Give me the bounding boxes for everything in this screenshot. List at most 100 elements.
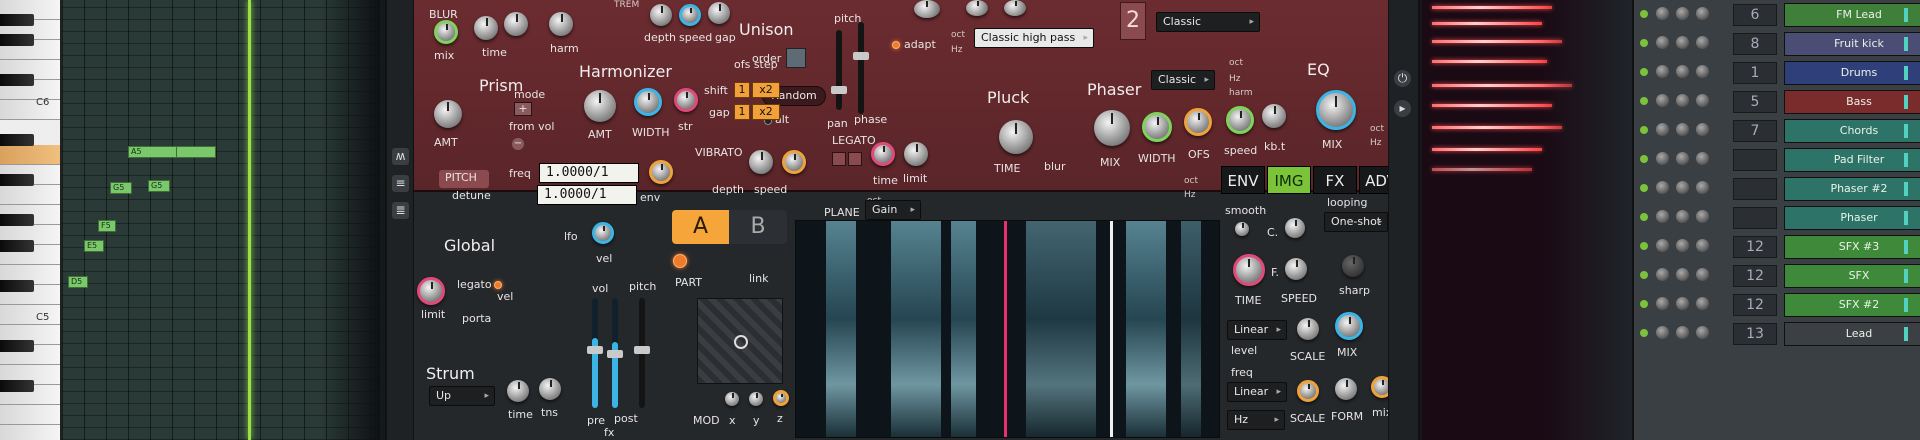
channel-mute-led[interactable] [1640, 10, 1648, 18]
piano-key[interactable] [0, 100, 60, 120]
channel-name-button[interactable]: Fruit kick [1784, 32, 1920, 56]
channel-mute-led[interactable] [1640, 39, 1648, 47]
img-time-knob[interactable] [1233, 254, 1265, 286]
channel-name-button[interactable]: Pad Filter [1784, 148, 1920, 172]
channel-mixer-track[interactable]: 5 [1733, 91, 1777, 113]
filter-knob-3[interactable] [1004, 0, 1026, 16]
blur-time2-knob[interactable] [504, 12, 528, 36]
vol-fader-1[interactable] [587, 298, 603, 408]
channel-mute-led[interactable] [1640, 68, 1648, 76]
pluck-time-knob[interactable] [999, 120, 1033, 154]
channel-pan-knob[interactable] [1656, 123, 1669, 136]
loop-start-marker[interactable] [1004, 221, 1007, 437]
channel-name-button[interactable]: Drums [1784, 61, 1920, 85]
piano-black-key[interactable] [0, 340, 34, 352]
channel-mute-led[interactable] [1640, 126, 1648, 134]
channel-extra-knob[interactable] [1696, 181, 1709, 194]
blur-harm-knob[interactable] [549, 12, 573, 36]
mod-xy-pad[interactable] [697, 298, 783, 384]
note-block[interactable]: D5 [68, 276, 88, 288]
channel-select-indicator[interactable] [1904, 66, 1908, 80]
channel-select-indicator[interactable] [1904, 8, 1908, 22]
channel-mixer-track[interactable]: 6 [1733, 4, 1777, 26]
arrow-right-icon[interactable]: ▸ [1394, 100, 1411, 117]
fader-cap[interactable] [831, 86, 847, 94]
channel-row[interactable]: 12 SFX [1634, 263, 1920, 289]
legato-time-knob[interactable] [871, 142, 895, 166]
img-smooth-c-knob[interactable] [1235, 222, 1249, 236]
legato-button-1[interactable] [832, 152, 846, 166]
note-block[interactable]: E5 [84, 240, 104, 252]
mod-x-knob[interactable] [725, 392, 739, 406]
channel-pan-knob[interactable] [1656, 268, 1669, 281]
piano-black-key[interactable] [0, 174, 34, 186]
channel-volume-knob[interactable] [1676, 210, 1689, 223]
vibrato-speed-knob[interactable] [782, 150, 806, 174]
channel-mixer-track[interactable]: 13 [1733, 323, 1777, 345]
phaser-width-knob[interactable] [1142, 112, 1172, 142]
note-block[interactable]: G5 [110, 182, 132, 194]
unison-order-button[interactable] [786, 48, 806, 68]
channel-mute-led[interactable] [1640, 184, 1648, 192]
power-icon[interactable]: ⏻ [1394, 70, 1411, 87]
channel-extra-knob[interactable] [1696, 123, 1709, 136]
img-loop-mode-dropdown[interactable]: One-shot [1324, 212, 1388, 232]
piano-black-key[interactable] [0, 34, 34, 46]
mod-z-knob[interactable] [773, 390, 789, 406]
piano-key[interactable] [0, 185, 60, 205]
channel-extra-knob[interactable] [1696, 7, 1709, 20]
global-lfo-knob[interactable] [592, 222, 614, 244]
harmonizer-amt-knob[interactable] [584, 90, 616, 122]
channel-name-button[interactable]: Phaser [1784, 206, 1920, 230]
trem-depth-knob[interactable] [650, 4, 672, 26]
piano-black-key[interactable] [0, 240, 34, 252]
phaser-mix-knob[interactable] [1094, 110, 1130, 146]
piano-black-key[interactable] [0, 380, 34, 392]
phaser-mode-dropdown[interactable]: Classic [1151, 70, 1215, 90]
menu-icon[interactable]: ≡ [392, 175, 409, 192]
phaser-kbt-knob[interactable] [1262, 104, 1286, 128]
channel-volume-knob[interactable] [1676, 94, 1689, 107]
vibrato-depth-knob[interactable] [749, 150, 773, 174]
channel-name-button[interactable]: Phaser #2 [1784, 177, 1920, 201]
strum-tns-knob[interactable] [539, 378, 561, 400]
piano-key-highlighted[interactable] [0, 145, 60, 165]
channel-volume-knob[interactable] [1676, 181, 1689, 194]
channel-row[interactable]: 8 Fruit kick [1634, 31, 1920, 57]
filter-mode2-dropdown[interactable]: Classic [1156, 12, 1260, 32]
unison-pan-fader[interactable] [831, 30, 847, 110]
piano-black-key[interactable] [0, 280, 34, 292]
piano-key[interactable] [0, 425, 60, 440]
channel-extra-knob[interactable] [1696, 326, 1709, 339]
channel-pan-knob[interactable] [1656, 181, 1669, 194]
fader-cap[interactable] [587, 346, 603, 354]
channel-select-indicator[interactable] [1904, 298, 1908, 312]
playback-position-marker[interactable] [1110, 221, 1113, 437]
plane-mode-dropdown[interactable]: Gain [865, 200, 921, 220]
img-freq-dropdown[interactable]: Linear [1227, 382, 1287, 402]
channel-pan-knob[interactable] [1656, 7, 1669, 20]
global-limit-knob[interactable] [417, 277, 445, 305]
legato-led[interactable] [494, 281, 502, 289]
channel-pan-knob[interactable] [1656, 65, 1669, 78]
plugin-logo-icon[interactable]: ʍ [392, 148, 409, 165]
channel-volume-knob[interactable] [1676, 326, 1689, 339]
channel-select-indicator[interactable] [1904, 95, 1908, 109]
img-form-knob[interactable] [1335, 378, 1357, 400]
phaser-ofs-knob[interactable] [1184, 108, 1212, 136]
playhead[interactable] [248, 0, 251, 440]
channel-volume-knob[interactable] [1676, 7, 1689, 20]
blur-time-knob[interactable] [474, 16, 498, 40]
channel-row[interactable]: Pad Filter [1634, 147, 1920, 173]
harmonizer-shift-value[interactable]: 1 [734, 82, 750, 98]
filter-knob-2[interactable] [966, 0, 988, 16]
strum-mode-dropdown[interactable]: Up [429, 386, 495, 406]
pitch-detune-field[interactable]: 1.0000/1 [537, 185, 637, 205]
channel-row[interactable]: 7 Chords [1634, 118, 1920, 144]
channel-select-indicator[interactable] [1904, 37, 1908, 51]
channel-pan-knob[interactable] [1656, 152, 1669, 165]
channel-mute-led[interactable] [1640, 242, 1648, 250]
channel-select-indicator[interactable] [1904, 124, 1908, 138]
prism-minus-button[interactable]: − [512, 138, 524, 150]
channel-extra-knob[interactable] [1696, 152, 1709, 165]
